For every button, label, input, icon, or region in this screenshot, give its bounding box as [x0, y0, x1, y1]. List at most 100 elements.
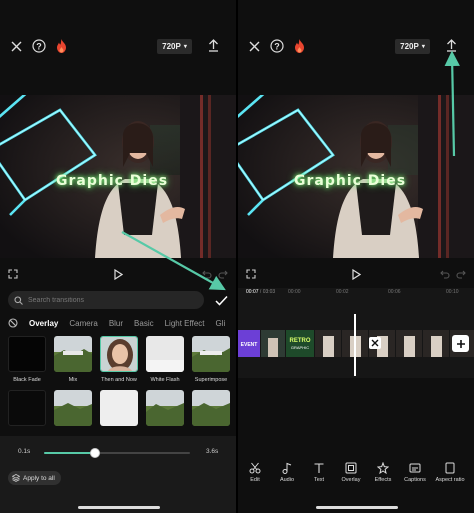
duration-panel: 0.1s 3.6s Apply to all	[0, 436, 236, 513]
transition-label: Black Fade	[13, 377, 41, 383]
home-indicator	[78, 506, 160, 509]
tool-label: Effects	[374, 477, 392, 483]
export-icon[interactable]	[206, 38, 220, 53]
tool-label: Edit	[250, 477, 260, 483]
transition-tile[interactable]	[8, 390, 46, 426]
duration-max-label: 3.6s	[206, 448, 219, 455]
ruler-mark: 00:00	[288, 289, 301, 295]
tab-blur[interactable]: Blur	[109, 319, 123, 328]
transition-tile[interactable]	[146, 336, 184, 372]
transition-label: Mix	[68, 377, 78, 383]
apply-to-all-label: Apply to all	[23, 474, 55, 482]
duration-min-label: 0.1s	[18, 448, 31, 455]
home-indicator	[316, 506, 398, 509]
tool-text[interactable]: Text	[303, 462, 335, 483]
current-time: 00:07	[246, 289, 259, 295]
transition-tile[interactable]	[100, 390, 138, 426]
clip-thumbnails: EVENT RETRO GRAPHIC	[238, 330, 474, 357]
top-bar: ? 720P ▾	[238, 0, 474, 92]
video-preview[interactable]: Graphic Dies	[238, 95, 474, 258]
svg-text:RETRO: RETRO	[290, 338, 311, 344]
transition-tile[interactable]	[8, 336, 46, 372]
captions-icon	[409, 463, 421, 473]
svg-text:?: ?	[274, 41, 280, 51]
close-icon[interactable]	[9, 39, 23, 53]
transition-tile[interactable]	[100, 336, 138, 372]
svg-text:EVENT: EVENT	[241, 342, 258, 348]
timeline[interactable]: 00:07 / 03:03 00:00 00:02 00:06 00:10 EV…	[238, 288, 474, 378]
overlay-icon	[345, 462, 357, 474]
tool-aspect-ratio[interactable]: Aspect ratio	[433, 462, 467, 483]
duration-slider-handle[interactable]	[90, 448, 101, 458]
resolution-label: 720P	[400, 42, 419, 51]
search-bar[interactable]	[8, 291, 204, 309]
play-icon[interactable]	[350, 267, 362, 281]
tool-edit[interactable]: Edit	[239, 462, 271, 483]
music-note-icon	[282, 462, 292, 474]
transition-tile[interactable]	[192, 336, 230, 372]
flame-icon[interactable]	[292, 38, 306, 53]
resolution-button[interactable]: 720P ▾	[395, 39, 430, 54]
scissors-icon	[249, 462, 261, 474]
tool-label: Overlay	[341, 477, 361, 483]
overlay-text: Graphic Dies	[294, 173, 407, 189]
transition-marker-icon[interactable]	[369, 337, 381, 349]
video-track[interactable]: EVENT RETRO GRAPHIC	[238, 330, 474, 357]
confirm-check-icon[interactable]	[213, 293, 229, 307]
tool-label: Text	[313, 477, 325, 483]
export-icon[interactable]	[444, 38, 458, 53]
tool-label: Audio	[279, 477, 295, 483]
help-icon[interactable]: ?	[269, 38, 284, 53]
tool-audio[interactable]: Audio	[271, 462, 303, 483]
transition-editor-screen: ? 720P ▾ Graphic Dies Search transitions…	[0, 0, 236, 513]
total-time: 03:03	[262, 289, 276, 295]
overlay-text: Graphic Dies	[56, 173, 169, 189]
ruler-mark: 00:02	[336, 289, 349, 295]
undo-icon[interactable]	[201, 268, 213, 280]
redo-icon[interactable]	[217, 268, 229, 280]
undo-icon[interactable]	[439, 268, 451, 280]
transition-tile[interactable]	[192, 390, 230, 426]
svg-text:GRAPHIC: GRAPHIC	[291, 345, 309, 350]
transition-category-tabs: Overlay Camera Blur Basic Light Effect G…	[8, 316, 236, 330]
help-icon[interactable]: ?	[31, 38, 46, 53]
close-icon[interactable]	[247, 39, 261, 53]
tab-overlay[interactable]: Overlay	[29, 319, 58, 328]
resolution-label: 720P	[162, 42, 181, 51]
play-icon[interactable]	[112, 267, 124, 281]
playback-controls	[0, 266, 236, 284]
tool-effects[interactable]: Effects	[367, 462, 399, 483]
playback-controls	[238, 266, 474, 284]
tab-light-effect[interactable]: Light Effect	[165, 319, 205, 328]
tool-label: Captions	[404, 477, 426, 483]
apply-to-all-button[interactable]: Apply to all	[8, 471, 61, 485]
video-preview[interactable]: Graphic Dies	[0, 95, 236, 258]
caret-down-icon: ▾	[183, 44, 187, 50]
top-bar: ? 720P ▾	[0, 0, 236, 92]
redo-icon[interactable]	[455, 268, 467, 280]
tab-glitch[interactable]: Gli	[216, 319, 226, 328]
fullscreen-icon[interactable]	[245, 268, 257, 280]
search-icon	[14, 295, 23, 305]
resolution-button[interactable]: 720P ▾	[157, 39, 192, 54]
flame-icon[interactable]	[54, 38, 68, 53]
playhead[interactable]	[354, 314, 356, 376]
svg-text:?: ?	[36, 41, 42, 51]
tab-camera[interactable]: Camera	[69, 319, 97, 328]
ruler-mark: 00:06	[388, 289, 401, 295]
transition-tile[interactable]	[146, 390, 184, 426]
tool-overlay[interactable]: Overlay	[335, 462, 367, 483]
duration-slider-track[interactable]	[44, 448, 190, 458]
video-editor-screen: ? 720P ▾ Graphic Dies 00:07 / 03:03 00:0…	[238, 0, 474, 513]
tool-label: Aspect ratio	[435, 477, 465, 483]
transition-tile[interactable]	[54, 336, 92, 372]
transition-tile[interactable]	[54, 390, 92, 426]
text-icon	[314, 463, 324, 473]
aspect-ratio-icon	[445, 462, 455, 474]
search-input[interactable]	[28, 296, 188, 304]
tool-captions[interactable]: Captions	[399, 462, 431, 483]
tab-basic[interactable]: Basic	[134, 319, 154, 328]
fullscreen-icon[interactable]	[7, 268, 19, 280]
add-clip-button[interactable]	[452, 335, 469, 352]
no-transition-icon[interactable]	[8, 318, 18, 328]
